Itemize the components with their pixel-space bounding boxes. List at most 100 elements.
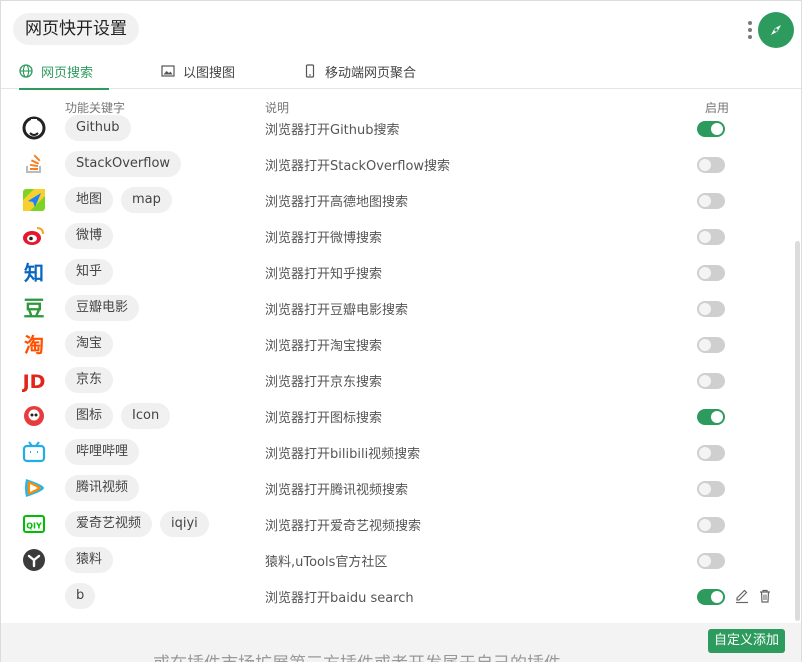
header: 网页快开设置	[1, 1, 801, 59]
row-description: 浏览器打开baidu search	[265, 591, 414, 606]
table-row: 腾讯视频 浏览器打开腾讯视频搜索	[1, 470, 795, 506]
enable-toggle[interactable]	[697, 589, 725, 605]
iqiyi-icon: QIY	[22, 512, 46, 536]
keyword-tag: b	[65, 583, 96, 609]
svg-text:QIY: QIY	[26, 522, 42, 531]
keyword-tags: 微博	[65, 223, 114, 249]
row-description: 浏览器打开微博搜索	[265, 231, 383, 246]
keyword-tag: 知乎	[65, 259, 114, 285]
enable-toggle[interactable]	[697, 517, 725, 533]
keyword-tag: Icon	[121, 403, 171, 429]
tab-image-search[interactable]: 以图搜图	[161, 53, 251, 89]
enable-toggle[interactable]	[697, 301, 725, 317]
table-row: QIY 爱奇艺视频 iqiyi 浏览器打开爱奇艺视频搜索	[1, 506, 795, 542]
table-row: 猿料 猿料,uTools官方社区	[1, 542, 795, 578]
tab-label: 网页搜索	[41, 65, 94, 81]
stackoverflow-icon	[22, 152, 46, 176]
table-row: 图标 Icon 浏览器打开图标搜索	[1, 398, 795, 434]
row-description: 浏览器打开腾讯视频搜索	[265, 483, 409, 498]
enable-toggle[interactable]	[697, 445, 725, 461]
tab-bar: 网页搜索 以图搜图 移动端网页聚合	[1, 53, 801, 90]
keyword-tags: 哔哩哔哩	[65, 439, 140, 465]
keyword-tags: Github	[65, 115, 131, 141]
enable-toggle[interactable]	[697, 193, 725, 209]
gaode-map-icon	[22, 188, 46, 212]
tab-label: 以图搜图	[183, 65, 236, 81]
custom-add-button[interactable]: 自定义添加	[708, 629, 786, 653]
enable-toggle[interactable]	[697, 121, 725, 137]
feature-list: Github 浏览器打开Github搜索 StackOverflow 浏览器打开Sta…	[1, 111, 795, 623]
douban-icon: 豆	[22, 296, 46, 321]
keyword-tags: 豆瓣电影	[65, 295, 140, 321]
weibo-icon	[22, 224, 46, 248]
keyword-tag: 淘宝	[65, 331, 114, 357]
keyword-tag: 图标	[65, 403, 114, 429]
enable-toggle[interactable]	[697, 481, 725, 497]
keyword-tag: 爱奇艺视频	[65, 511, 153, 537]
more-vertical-icon[interactable]	[745, 18, 755, 42]
keyword-tags: 知乎	[65, 259, 114, 285]
delete-icon[interactable]	[757, 588, 773, 604]
tab-web-search[interactable]: 网页搜索	[19, 53, 109, 90]
enable-toggle[interactable]	[697, 337, 725, 353]
table-row: b 浏览器打开baidu search	[1, 578, 795, 614]
row-description: 浏览器打开爱奇艺视频搜索	[265, 519, 422, 534]
row-description: 浏览器打开高德地图搜索	[265, 195, 409, 210]
keyword-tag: 猿料	[65, 547, 114, 573]
svg-text:知: 知	[24, 261, 44, 284]
row-description: 浏览器打开StackOverflow搜索	[265, 159, 451, 174]
keyword-tag: Github	[65, 115, 131, 141]
enable-toggle[interactable]	[697, 373, 725, 389]
compass-avatar-icon[interactable]	[758, 12, 794, 48]
keyword-tags: 猿料	[65, 547, 114, 573]
table-row: 哔哩哔哩 浏览器打开bilibili视频搜索	[1, 434, 795, 470]
keyword-tags: 腾讯视频	[65, 475, 140, 501]
taobao-icon: 淘	[22, 332, 46, 357]
keyword-tag: StackOverflow	[65, 151, 182, 177]
edit-icon[interactable]	[734, 588, 750, 604]
table-row: 知知乎 浏览器打开知乎搜索	[1, 254, 795, 290]
keyword-tag: 地图	[65, 187, 114, 213]
keyword-tags: 地图 map	[65, 187, 172, 213]
keyword-tag: 京东	[65, 367, 114, 393]
table-row: StackOverflow 浏览器打开StackOverflow搜索	[1, 146, 795, 182]
enable-toggle[interactable]	[697, 265, 725, 281]
keyword-tag: 豆瓣电影	[65, 295, 140, 321]
keyword-tags: 京东	[65, 367, 114, 393]
table-row: JD 京东 浏览器打开京东搜索	[1, 362, 795, 398]
keyword-tags: 淘宝	[65, 331, 114, 357]
svg-text:淘: 淘	[24, 333, 44, 356]
tab-mobile-aggregate[interactable]: 移动端网页聚合	[303, 53, 433, 89]
tencent-video-icon	[22, 476, 46, 500]
enable-toggle[interactable]	[697, 553, 725, 569]
keyword-tag: iqiyi	[160, 511, 209, 537]
bilibili-icon	[22, 440, 46, 464]
table-row: 微博 浏览器打开微博搜索	[1, 218, 795, 254]
enable-toggle[interactable]	[697, 229, 725, 245]
keyword-tag: 腾讯视频	[65, 475, 140, 501]
table-row: 淘淘宝 浏览器打开淘宝搜索	[1, 326, 795, 362]
svg-text:JD: JD	[22, 371, 45, 392]
iconfont-icon	[22, 404, 46, 428]
github-icon	[22, 116, 46, 140]
row-description: 浏览器打开图标搜索	[265, 411, 383, 426]
row-description: 浏览器打开豆瓣电影搜索	[265, 303, 409, 318]
keyword-tag: 哔哩哔哩	[65, 439, 140, 465]
keyword-tag: 微博	[65, 223, 114, 249]
table-row: Github 浏览器打开Github搜索	[1, 111, 795, 146]
zhihu-icon: 知	[22, 260, 46, 285]
row-description: 浏览器打开淘宝搜索	[265, 339, 383, 354]
jd-icon: JD	[21, 368, 46, 393]
row-description: 浏览器打开知乎搜索	[265, 267, 383, 282]
page-title: 网页快开设置	[13, 13, 139, 45]
enable-toggle[interactable]	[697, 157, 725, 173]
image-icon	[161, 64, 175, 78]
row-description: 浏览器打开京东搜索	[265, 375, 383, 390]
footer: 或在插件市场扩展第三方插件或者开发属于自己的插件。 自定义添加	[1, 623, 801, 662]
enable-toggle[interactable]	[697, 409, 725, 425]
keyword-tags: 爱奇艺视频 iqiyi	[65, 511, 209, 537]
keyword-tag: map	[121, 187, 172, 213]
row-description: 猿料,uTools官方社区	[265, 555, 388, 570]
row-description: 浏览器打开Github搜索	[265, 123, 400, 138]
scrollbar[interactable]	[795, 241, 800, 621]
